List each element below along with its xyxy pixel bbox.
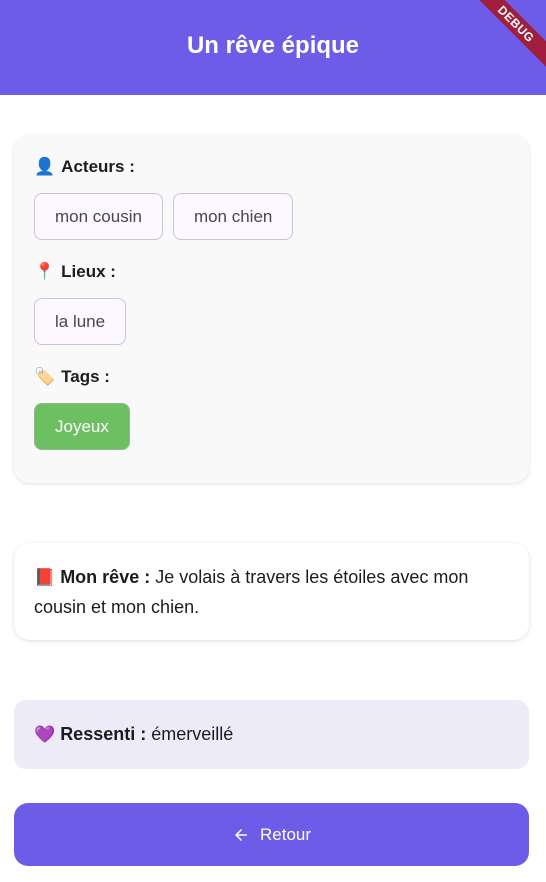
dream-label: Mon rêve : <box>60 567 151 587</box>
actor-chip[interactable]: mon cousin <box>34 193 163 240</box>
actor-chip[interactable]: mon chien <box>172 193 294 240</box>
tags-heading: 🏷️ Tags : <box>34 365 509 389</box>
dream-card: 📕 Mon rêve : Je volais à travers les éto… <box>14 543 529 640</box>
actors-chip-list: mon cousin mon chien <box>34 193 509 240</box>
tag-icon: 🏷️ <box>34 367 56 387</box>
details-card: 👤 Acteurs : mon cousin mon chien 📍 Lieux… <box>14 135 529 483</box>
purple-heart-icon: 💜 <box>34 724 56 745</box>
feeling-text: émerveillé <box>146 724 234 744</box>
feeling-label: Ressenti : <box>60 724 147 744</box>
actors-label: Acteurs : <box>61 157 135 176</box>
arrow-left-icon <box>234 828 247 841</box>
tags-label: Tags : <box>61 367 110 386</box>
actors-heading: 👤 Acteurs : <box>34 155 509 179</box>
person-icon: 👤 <box>34 157 56 177</box>
places-heading: 📍 Lieux : <box>34 260 509 284</box>
debug-banner: DEBUG <box>466 0 546 80</box>
book-icon: 📕 <box>34 568 56 588</box>
tag-chip[interactable]: Joyeux <box>34 403 130 450</box>
back-button[interactable]: Retour <box>14 803 529 866</box>
back-button-label: Retour <box>259 824 312 844</box>
places-chip-list: la lune <box>34 298 509 345</box>
tags-chip-list: Joyeux <box>34 403 509 450</box>
app-bar: Un rêve épique DEBUG <box>0 0 546 95</box>
feeling-card: 💜 Ressenti : émerveillé <box>14 700 529 769</box>
debug-label: DEBUG <box>467 0 546 73</box>
place-chip[interactable]: la lune <box>34 298 127 345</box>
pin-icon: 📍 <box>34 262 56 282</box>
places-label: Lieux : <box>61 262 116 281</box>
page-title: Un rêve épique <box>186 32 360 59</box>
